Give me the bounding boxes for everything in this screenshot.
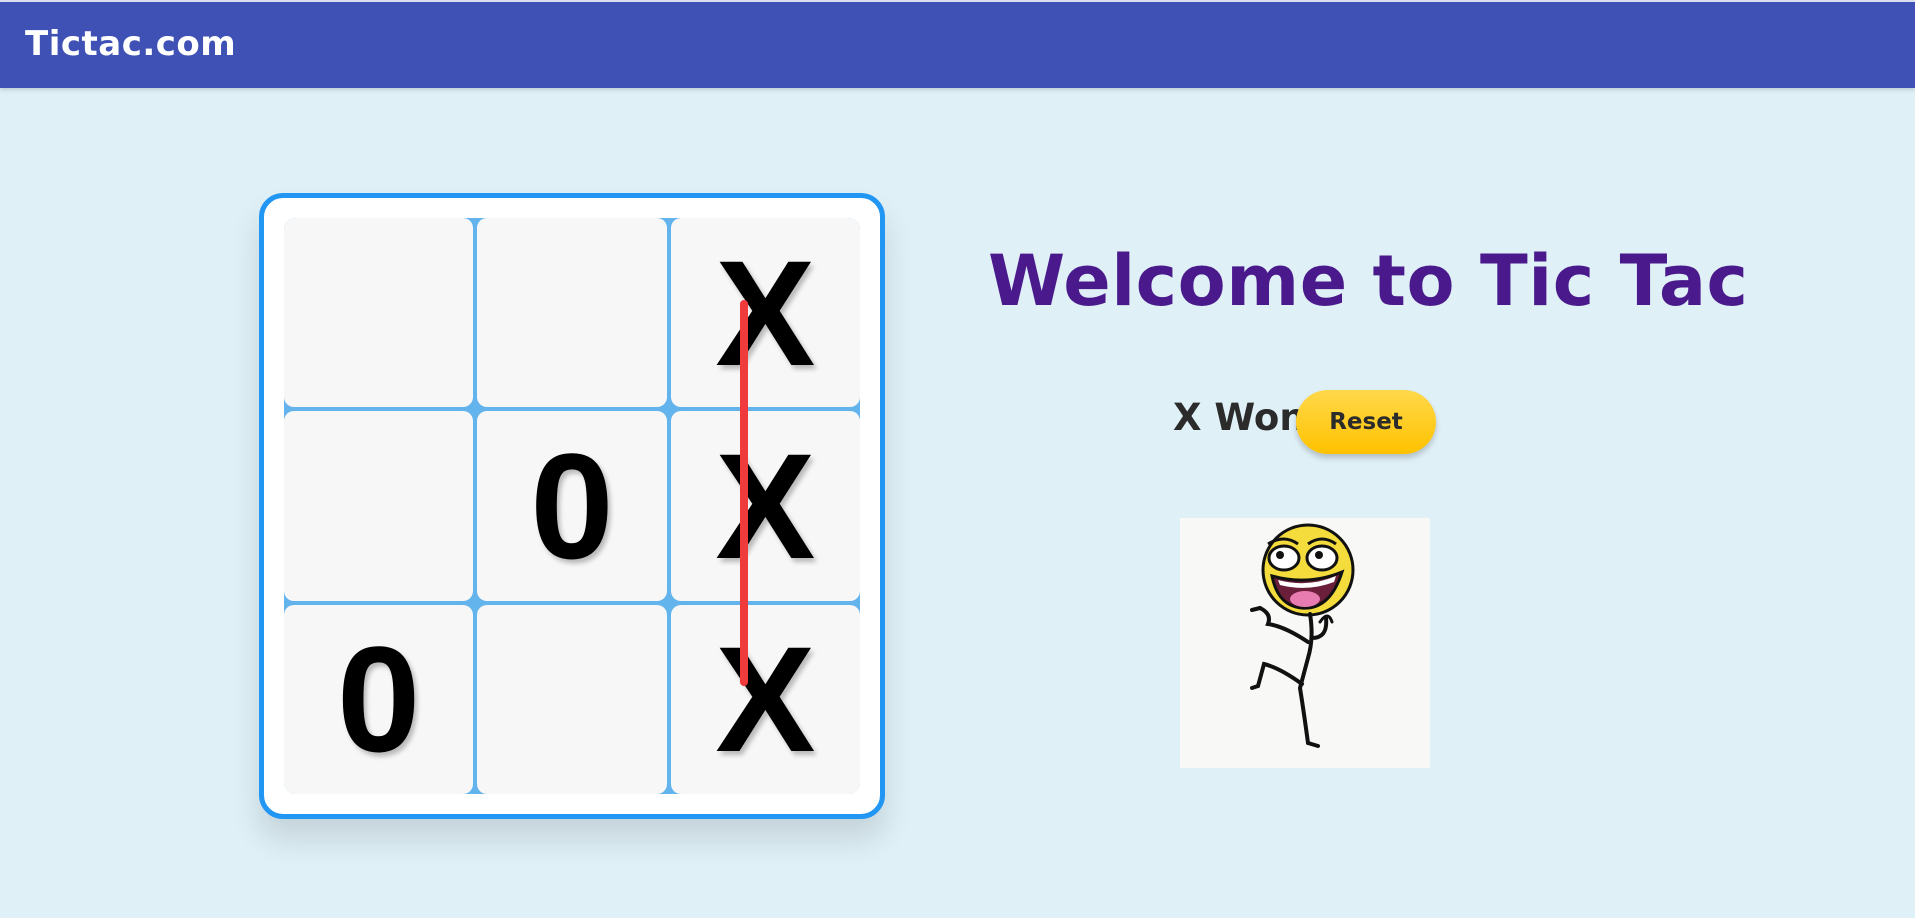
game-status-text: X Won xyxy=(1173,396,1306,439)
board-cell-6[interactable]: X xyxy=(670,411,860,601)
happy-stick-figure-icon xyxy=(1250,523,1355,748)
winning-strike-line xyxy=(740,300,748,686)
game-board: X 0 X 0 X xyxy=(284,218,860,794)
board-cell-2[interactable] xyxy=(477,218,667,408)
board-cell-1[interactable] xyxy=(284,218,474,408)
happy-stick-figure-image xyxy=(1180,518,1430,768)
board-cell-7[interactable]: 0 xyxy=(284,604,474,794)
board-cell-9[interactable]: X xyxy=(670,604,860,794)
reset-button[interactable]: Reset xyxy=(1296,390,1436,454)
page-title: Welcome to Tic Tac xyxy=(988,240,1749,322)
navbar: Tictac.com xyxy=(0,0,1915,88)
board-cell-5[interactable]: 0 xyxy=(477,411,667,601)
game-board-frame: X 0 X 0 X xyxy=(259,193,885,819)
board-cell-4[interactable] xyxy=(284,411,474,601)
brand-logo-text[interactable]: Tictac.com xyxy=(25,24,236,64)
board-cell-3[interactable]: X xyxy=(670,218,860,408)
board-cell-8[interactable] xyxy=(477,604,667,794)
